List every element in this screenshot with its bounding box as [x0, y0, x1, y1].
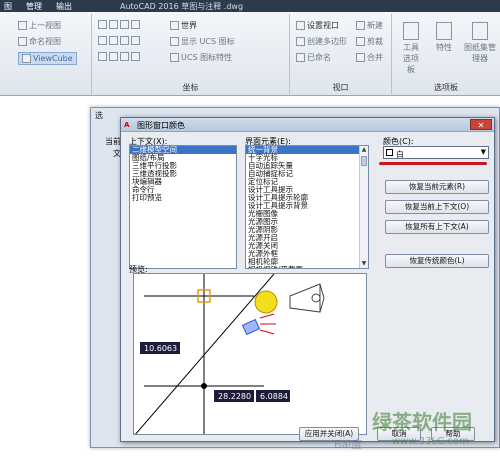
previous-view-icon — [18, 21, 27, 30]
ribbon-tabs: 图 管理 输出 — [4, 1, 72, 12]
restore-classic-colors-button[interactable]: 恢复传统颜色(L) — [385, 254, 489, 268]
tool-palettes-icon — [403, 22, 419, 40]
interface-element-listbox[interactable]: 统一背景 十字光标 自动追踪矢量 自动捕捉标记 定位标记 设计工具提示 设计工具提示轮廓 设计… — [245, 145, 369, 269]
tooltip-y-value: 6.0884 — [260, 392, 288, 401]
ucs-display-icon — [170, 37, 179, 46]
restore-all-contexts-button[interactable]: 恢复所有上下文(A) — [385, 220, 489, 234]
new-viewport-icon — [356, 21, 365, 30]
scroll-up-icon[interactable]: ▲ — [360, 146, 368, 154]
sheet-set-manager-button[interactable]: 图纸集管理器 — [464, 22, 496, 64]
scroll-thumb[interactable] — [361, 156, 367, 166]
ucs-icons-row-1 — [98, 20, 140, 29]
autocad-app-icon: A — [124, 121, 130, 129]
named-viewports-button[interactable]: 已命名 — [296, 52, 331, 63]
watermark-url: www.33LC.com — [392, 436, 469, 447]
app-titlebar: 图 管理 输出 AutoCAD 2016 草图与注释 .dwg — [0, 0, 500, 12]
context-listbox[interactable]: 二维模型空间 图纸/布局 三维平行投影 三维透视投影 块编辑器 命令行 打印预览 — [129, 145, 237, 269]
close-icon: ✕ — [477, 121, 485, 130]
properties-icon — [436, 22, 452, 40]
coordinates-group-label: 坐标 — [182, 83, 199, 92]
restore-current-element-button[interactable]: 恢复当前元素(R) — [385, 180, 489, 194]
tooltip-x-value: 28.2280 — [218, 392, 251, 401]
ucs-icons-row-2 — [98, 36, 140, 45]
sheet-set-icon — [472, 22, 488, 40]
palettes-group-label: 选项板 — [434, 83, 458, 92]
ribbon-group-views: 上一视图 命名视图 ViewCube — [0, 14, 92, 94]
ucs-icon[interactable] — [98, 20, 107, 29]
tool-palettes-button[interactable]: 工具选项板 — [400, 22, 422, 75]
red-annotation-underline — [379, 162, 487, 165]
create-polygonal-button[interactable]: 创建多边形 — [296, 36, 347, 47]
drawing-window-colors-dialog: A 图形窗口颜色 ✕ 上下文(X): 二维模型空间 图纸/布局 三维平行投影 三维透视… — [120, 117, 495, 442]
ucs-world-dropdown[interactable]: 世界 — [170, 20, 197, 31]
clip-icon — [356, 37, 365, 46]
options-pane-label: 当前 — [105, 137, 121, 146]
viewports-group-label: 视口 — [332, 83, 349, 92]
ribbon-tab-output[interactable]: 输出 — [56, 1, 72, 12]
named-views-button[interactable]: 命名视图 — [18, 36, 61, 47]
ucs-icon[interactable] — [131, 36, 140, 45]
named-views-icon — [18, 37, 27, 46]
ucs-icon[interactable] — [120, 52, 129, 61]
ucs-icon[interactable] — [109, 52, 118, 61]
ribbon-panel: 上一视图 命名视图 ViewCube 世界 显示 UCS 图标 UCS 图标特性… — [0, 12, 500, 96]
light-sun-icon — [254, 290, 278, 314]
ucs-icons-row-3 — [98, 52, 140, 61]
viewport-config-icon — [296, 21, 305, 30]
window-title: AutoCAD 2016 草图与注释 .dwg — [120, 2, 244, 11]
close-button[interactable]: ✕ — [470, 119, 492, 130]
ucs-icon[interactable] — [120, 36, 129, 45]
join-icon — [356, 53, 365, 62]
watermark: 绿茶软件园 www.33LC.com Bai度 — [332, 402, 500, 458]
viewport-config-button[interactable]: 设置视口 — [296, 20, 339, 31]
properties-button[interactable]: 特性 — [436, 22, 452, 53]
new-viewport-button[interactable]: 新建 — [356, 20, 383, 31]
tooltip-distance: 10.6063 — [144, 344, 177, 353]
ucs-icon[interactable] — [131, 52, 140, 61]
ucs-icon[interactable] — [109, 36, 118, 45]
scroll-down-icon[interactable]: ▼ — [360, 260, 368, 268]
dialog-titlebar: A 图形窗口颜色 ✕ — [121, 118, 494, 132]
color-dropdown[interactable]: 白 ▼ — [383, 146, 489, 159]
ribbon-tab[interactable]: 图 — [4, 1, 12, 12]
ucs-icon[interactable] — [131, 20, 140, 29]
dialog-title: 图形窗口颜色 — [137, 121, 185, 130]
watermark-baidu: Bai度 — [334, 438, 363, 451]
polygon-viewport-icon — [296, 37, 305, 46]
ucs-properties-icon — [170, 53, 179, 62]
restore-current-context-button[interactable]: 恢复当前上下文(O) — [385, 200, 489, 214]
ucs-icon-properties-button[interactable]: UCS 图标特性 — [170, 52, 232, 63]
world-icon — [170, 21, 179, 30]
viewcube-toggle[interactable]: ViewCube — [18, 52, 77, 65]
crosshair-center — [201, 383, 207, 389]
chevron-down-icon: ▼ — [480, 148, 486, 156]
show-ucs-icon-button[interactable]: 显示 UCS 图标 — [170, 36, 235, 47]
ucs-icon[interactable] — [109, 20, 118, 29]
ribbon-group-coordinates: 世界 显示 UCS 图标 UCS 图标特性 坐标 — [92, 14, 290, 94]
ucs-icon[interactable] — [98, 52, 107, 61]
element-list-item[interactable]: 相机视锥/平截面 — [246, 266, 368, 269]
options-dialog-title: 选 — [95, 111, 103, 120]
clip-viewport-button[interactable]: 剪裁 — [356, 36, 383, 47]
ribbon-group-viewports: 设置视口 创建多边形 已命名 新建 剪裁 合并 视口 — [290, 14, 392, 94]
color-value: 白 — [396, 150, 404, 159]
camera-icon — [289, 283, 325, 313]
context-list-item[interactable]: 打印预览 — [130, 194, 236, 202]
ribbon-tab-manage[interactable]: 管理 — [26, 1, 42, 12]
ribbon-group-palettes: 工具选项板 特性 图纸集管理器 选项板 — [392, 14, 500, 94]
previous-view-button[interactable]: 上一视图 — [18, 20, 61, 31]
color-swatch — [386, 149, 393, 156]
watermark-text: 绿茶软件园 — [372, 410, 472, 434]
join-viewport-button[interactable]: 合并 — [356, 52, 383, 63]
ucs-icon[interactable] — [120, 20, 129, 29]
viewcube-icon — [22, 54, 31, 63]
spotlight-icon — [241, 313, 276, 336]
named-viewports-icon — [296, 53, 305, 62]
element-scrollbar[interactable]: ▲ ▼ — [359, 146, 368, 268]
ucs-icon[interactable] — [98, 36, 107, 45]
